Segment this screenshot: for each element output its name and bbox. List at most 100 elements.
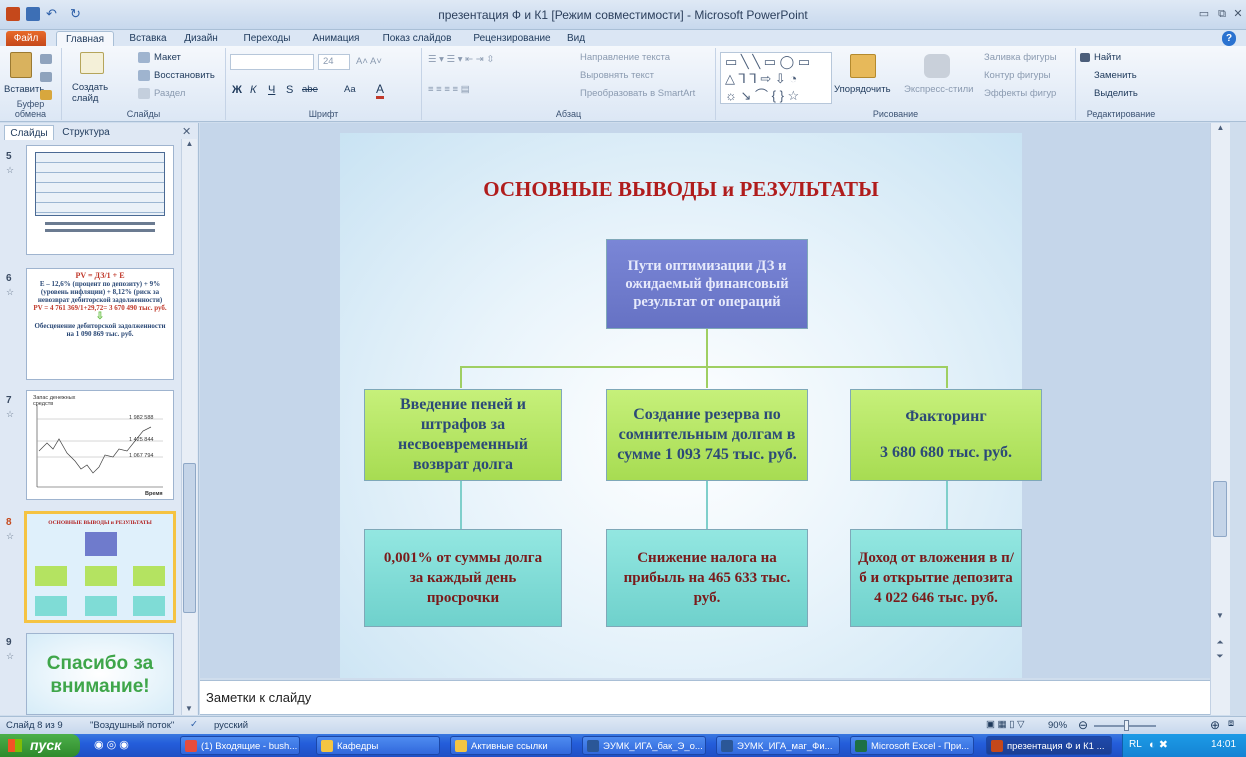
select-button[interactable]: Выделить: [1094, 88, 1138, 99]
align-text-button[interactable]: Выровнять текст: [580, 70, 654, 81]
bullets-icon[interactable]: ☰ ▾ ☰ ▾ ⇤ ⇥ ⇳: [428, 54, 494, 65]
zoom-level[interactable]: 90%: [1048, 720, 1067, 731]
cut-icon[interactable]: [40, 54, 52, 64]
slide-title[interactable]: ОСНОВНЫЕ ВЫВОДЫ и РЕЗУЛЬТАТЫ: [340, 177, 1022, 202]
strike-button[interactable]: abe: [302, 84, 318, 95]
shapes-gallery[interactable]: ▭ ╲ ╲ ▭ ◯ ▭ △ ⅂ ⅂ ⇨ ⇩ ◔ ☼ ↘ ⌒ { } ☆: [720, 52, 832, 104]
align-icon[interactable]: ≡ ≡ ≡ ≡ ▤: [428, 84, 470, 95]
slide-thumbnail-9[interactable]: Спасибо за внимание!: [26, 633, 174, 715]
italic-button[interactable]: К: [250, 84, 256, 96]
paste-icon[interactable]: [10, 52, 32, 78]
shape-fill-button[interactable]: Заливка фигуры: [984, 52, 1057, 63]
group-label: Редактирование: [1086, 109, 1156, 119]
layout-button[interactable]: Макет: [154, 52, 181, 63]
taskbar-item[interactable]: ЭУМК_ИГА_маг_Фи...: [716, 736, 840, 755]
tab-design[interactable]: Дизайн: [178, 31, 224, 46]
outcome-box-penalty-rate[interactable]: 0,001% от суммы долга за каждый день про…: [364, 529, 562, 627]
tab-view[interactable]: Вид: [564, 31, 588, 46]
tab-slideshow[interactable]: Показ слайдов: [374, 31, 460, 46]
change-case-button[interactable]: Aa: [344, 84, 356, 95]
grow-font-icon[interactable]: A˄ A˅: [356, 56, 382, 67]
result-box-reserve[interactable]: Создание резерва по сомнительным долгам …: [606, 389, 808, 481]
taskbar-item[interactable]: (1) Входящие - bush...: [180, 736, 300, 755]
restore-icon[interactable]: ⧉: [1214, 7, 1230, 21]
result-box-penalties[interactable]: Введение пеней и штрафов за несвоевремен…: [364, 389, 562, 481]
prev-slide-icon[interactable]: ⏶: [1211, 637, 1229, 648]
next-slide-icon[interactable]: ⏷: [1211, 651, 1229, 662]
panel-scrollbar[interactable]: ▲ ▼: [181, 139, 197, 715]
zoom-in-icon[interactable]: ⊕: [1210, 718, 1220, 732]
slide-canvas[interactable]: ОСНОВНЫЕ ВЫВОДЫ и РЕЗУЛЬТАТЫ Пути оптими…: [340, 133, 1042, 678]
font-color-button[interactable]: A: [376, 82, 385, 99]
shape-outline-button[interactable]: Контур фигуры: [984, 70, 1050, 81]
scroll-down-icon[interactable]: ▼: [182, 704, 196, 713]
zoom-slider-thumb[interactable]: [1124, 720, 1129, 731]
tab-animation[interactable]: Анимация: [306, 31, 366, 46]
slide-thumbnail-8-selected[interactable]: ОСНОВНЫЕ ВЫВОДЫ и РЕЗУЛЬТАТЫ: [24, 511, 176, 623]
notes-pane[interactable]: Заметки к слайду: [200, 680, 1210, 715]
replace-button[interactable]: Заменить: [1094, 70, 1137, 81]
fit-slide-icon[interactable]: ⧈: [1228, 718, 1234, 729]
reset-button[interactable]: Восстановить: [154, 70, 215, 81]
result-box-factoring[interactable]: Факторинг 3 680 680 тыс. руб.: [850, 389, 1042, 481]
editor-scrollbar[interactable]: ▲ ▼ ⏶ ⏷: [1210, 123, 1230, 715]
close-icon[interactable]: ✕: [1230, 7, 1246, 21]
slide-thumbnail-5[interactable]: [26, 145, 174, 255]
shadow-button[interactable]: S: [286, 84, 293, 96]
minimize-icon[interactable]: ▭: [1196, 7, 1212, 21]
thumb-box: [35, 596, 67, 616]
taskbar-item[interactable]: Microsoft Excel - При...: [850, 736, 974, 755]
tab-insert[interactable]: Вставка: [122, 31, 174, 46]
font-name-box[interactable]: [230, 54, 314, 70]
find-button[interactable]: Найти: [1094, 52, 1121, 63]
layout-icon[interactable]: [138, 52, 150, 63]
quicklaunch-icons[interactable]: ◉ ◎ ◉: [94, 738, 129, 751]
close-panel-icon[interactable]: ✕: [182, 125, 191, 138]
shape-effects-button[interactable]: Эффекты фигур: [984, 88, 1056, 99]
slide-thumbnail-7[interactable]: Запас денежных средств 1 982 588 1 425 8…: [26, 390, 174, 500]
section-button[interactable]: Раздел: [154, 88, 185, 99]
spellcheck-icon[interactable]: ✓: [190, 719, 198, 730]
help-icon[interactable]: ?: [1222, 31, 1236, 46]
tab-slides-panel[interactable]: Слайды: [4, 125, 54, 140]
new-slide-button[interactable]: Создать слайд: [72, 82, 112, 104]
scroll-up-icon[interactable]: ▲: [1211, 123, 1230, 137]
scroll-thumb[interactable]: [1213, 481, 1227, 537]
tab-review[interactable]: Рецензирование: [466, 31, 558, 46]
reset-icon[interactable]: [138, 70, 150, 81]
taskbar-item[interactable]: Активные ссылки: [450, 736, 572, 755]
slide-thumbnail-6[interactable]: PV = ДЗ/1 + E E – 12,6% (процент по депо…: [26, 268, 174, 380]
tab-outline-panel[interactable]: Структура: [56, 125, 116, 140]
center-box[interactable]: Пути оптимизации ДЗ и ожидаемый финансов…: [606, 239, 808, 329]
scroll-thumb[interactable]: [183, 463, 196, 613]
arrange-button[interactable]: Упорядочить: [834, 84, 891, 95]
view-buttons-icon[interactable]: ▣ ▦ ▯ ▽: [986, 719, 1024, 730]
tab-home[interactable]: Главная: [56, 31, 114, 46]
scroll-up-icon[interactable]: ▲: [182, 139, 197, 153]
scroll-down-icon[interactable]: ▼: [1211, 611, 1229, 620]
tray-icons[interactable]: ◐ ✖: [1149, 738, 1168, 751]
zoom-out-icon[interactable]: ⊖: [1078, 718, 1088, 732]
copy-icon[interactable]: [40, 72, 52, 82]
taskbar-item[interactable]: ЭУМК_ИГА_бак_Э_о...: [582, 736, 706, 755]
taskbar-item-active[interactable]: презентация Ф и К1 ...: [986, 736, 1112, 755]
start-button[interactable]: пуск: [0, 734, 80, 757]
section-icon[interactable]: [138, 88, 150, 99]
quick-styles-icon[interactable]: [924, 54, 950, 78]
tab-file[interactable]: Файл: [6, 31, 46, 46]
outcome-box-income[interactable]: Доход от вложения в п/б и открытие депоз…: [850, 529, 1022, 627]
taskbar-item[interactable]: Кафедры: [316, 736, 440, 755]
paste-button[interactable]: Вставить: [4, 84, 44, 95]
quick-styles-button[interactable]: Экспресс-стили: [904, 84, 973, 95]
font-size-box[interactable]: 24: [318, 54, 350, 70]
bold-button[interactable]: Ж: [232, 84, 242, 96]
underline-button[interactable]: Ч: [268, 84, 275, 96]
outcome-box-tax[interactable]: Снижение налога на прибыль на 465 633 ты…: [606, 529, 808, 627]
arrange-icon[interactable]: [850, 54, 876, 78]
text-direction-button[interactable]: Направление текста: [580, 52, 670, 63]
language-indicator[interactable]: RL: [1129, 739, 1142, 750]
smartart-button[interactable]: Преобразовать в SmartArt: [580, 88, 695, 99]
new-slide-icon[interactable]: [80, 52, 104, 74]
tab-transitions[interactable]: Переходы: [236, 31, 298, 46]
language[interactable]: русский: [214, 720, 248, 731]
